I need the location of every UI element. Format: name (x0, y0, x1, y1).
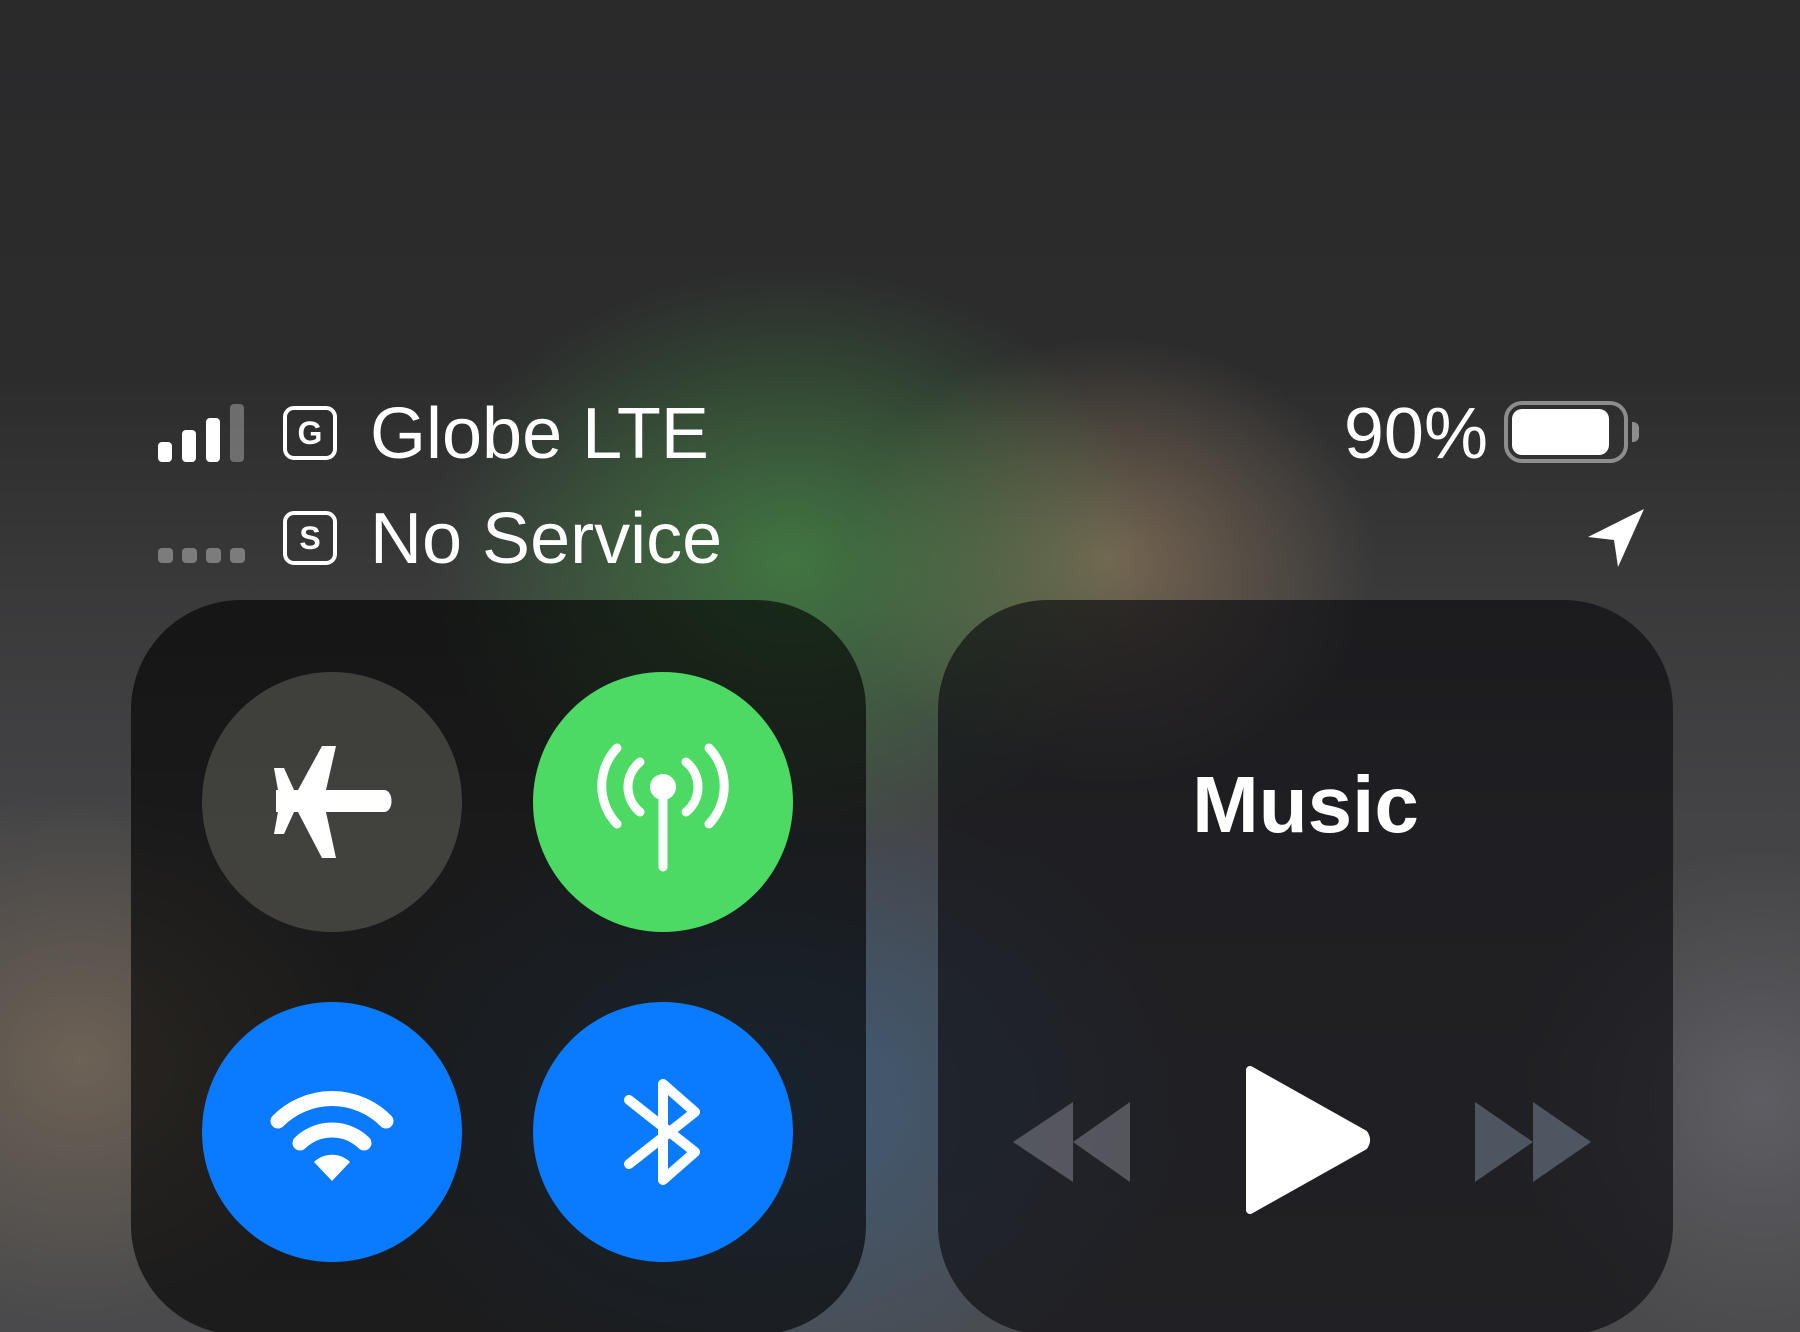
sim-s-badge: S (283, 511, 337, 565)
play-icon (1246, 1066, 1370, 1214)
signal-bar (206, 418, 220, 462)
rewind-icon (1013, 1102, 1130, 1182)
music-title: Music (1192, 760, 1419, 849)
signal-dot (158, 548, 173, 563)
fast-forward-icon (1475, 1102, 1591, 1182)
signal-bar (230, 404, 244, 462)
battery-fill (1512, 409, 1609, 455)
battery-cap (1632, 422, 1639, 442)
carrier-name-secondary: No Service (370, 499, 723, 579)
status-row-secondary: S No Service (0, 499, 1800, 579)
play-button[interactable] (1238, 1060, 1388, 1220)
carrier-name-primary: Globe LTE (370, 394, 709, 474)
bluetooth-icon (624, 1079, 700, 1185)
signal-dot (206, 548, 221, 563)
signal-dot (182, 548, 197, 563)
cellular-antenna-icon (597, 743, 729, 872)
airplane-icon (274, 746, 392, 858)
bluetooth-toggle[interactable] (533, 1002, 793, 1262)
location-arrow-icon (1588, 509, 1644, 567)
battery-icon (1504, 401, 1639, 467)
no-signal-dots-icon (158, 507, 258, 567)
connectivity-panel (131, 600, 866, 1332)
status-row-primary: G Globe LTE 90% (0, 394, 1800, 474)
rewind-button[interactable] (1010, 1090, 1150, 1200)
sim-g-badge: G (283, 406, 337, 460)
signal-bar (158, 442, 172, 462)
cellular-data-toggle[interactable] (533, 672, 793, 932)
control-center: G Globe LTE 90% S No Service Music (0, 0, 1800, 1332)
signal-dot (230, 548, 245, 563)
wifi-icon (270, 1091, 394, 1181)
wifi-toggle[interactable] (202, 1002, 462, 1262)
signal-strength-icon (158, 402, 258, 462)
airplane-mode-toggle[interactable] (202, 672, 462, 932)
fast-forward-button[interactable] (1463, 1090, 1603, 1200)
signal-bar (182, 430, 196, 462)
music-panel[interactable]: Music (938, 600, 1673, 1332)
battery-percentage: 90% (1343, 394, 1488, 474)
